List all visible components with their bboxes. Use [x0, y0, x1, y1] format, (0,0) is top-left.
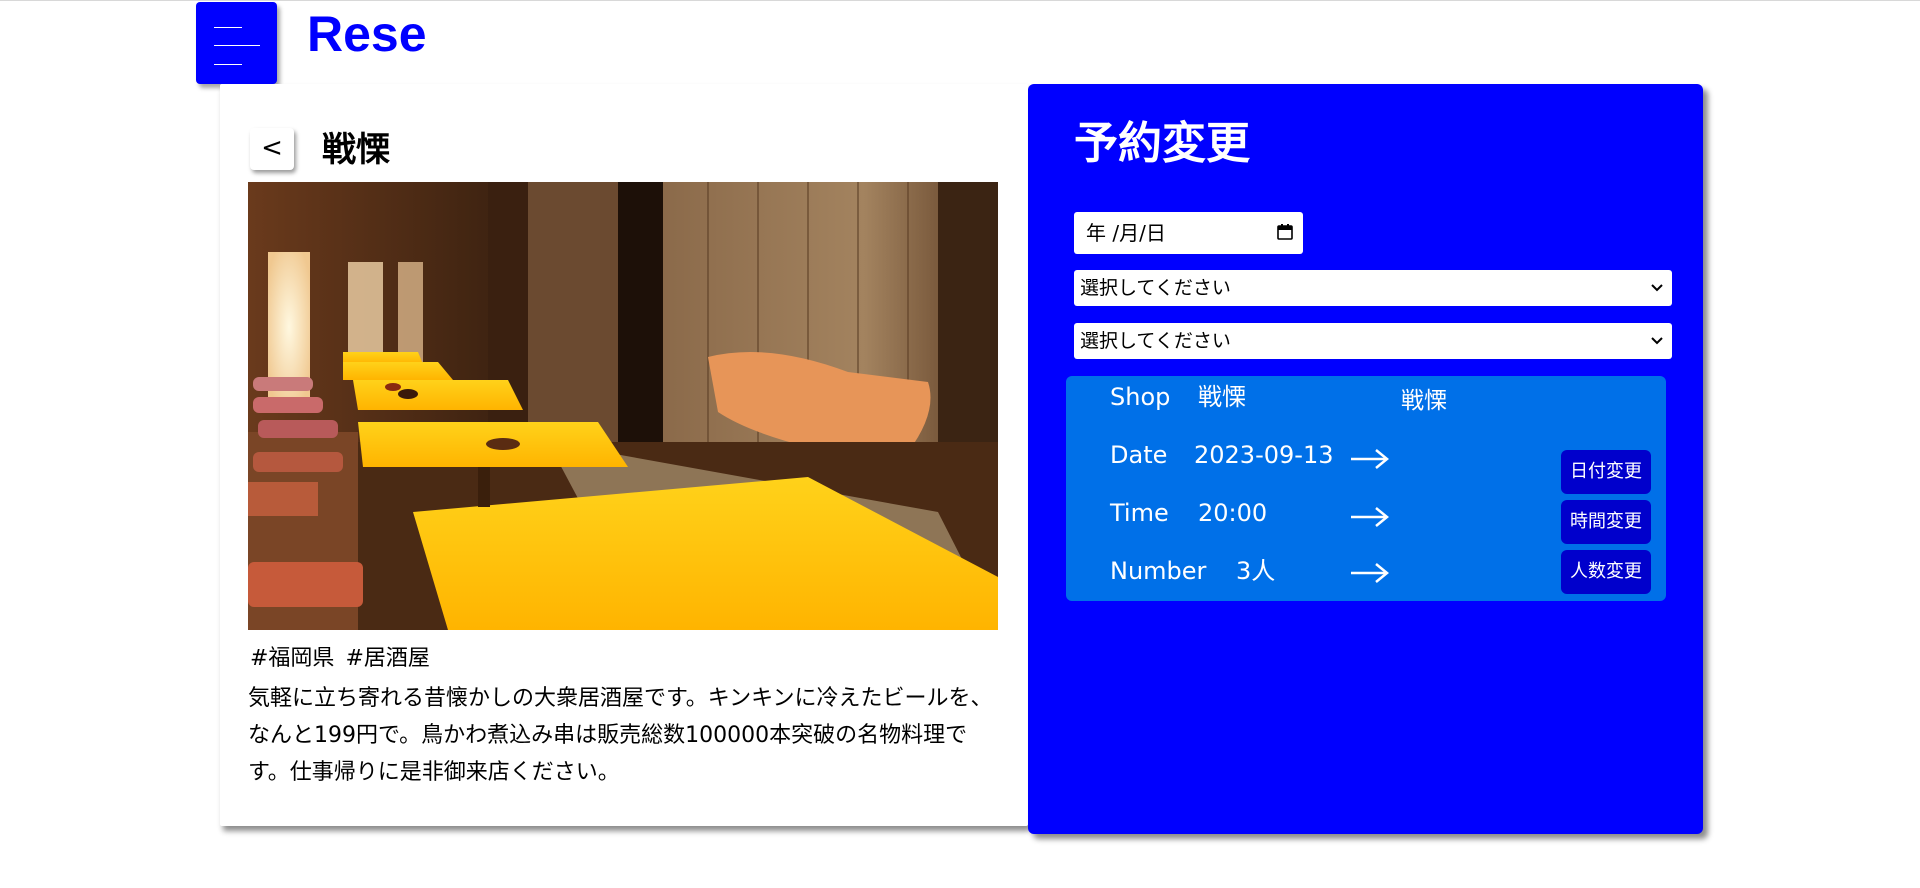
- shop-tags: #福岡県 #居酒屋: [250, 644, 434, 674]
- number-select[interactable]: 選択してください: [1074, 323, 1672, 359]
- hamburger-menu-button[interactable]: [196, 2, 277, 84]
- brand-logo[interactable]: Rese: [307, 4, 427, 64]
- menu-line-icon: [214, 64, 242, 65]
- arrow-right-icon: [1351, 449, 1389, 469]
- change-time-button[interactable]: 時間変更: [1561, 500, 1651, 544]
- shop-detail-card: < 戦慄 #福岡県 #居酒屋 気軽に立ち寄れる昔懐かしの大衆居酒屋です。キンキン…: [220, 84, 1028, 826]
- calendar-icon[interactable]: [1277, 224, 1293, 240]
- arrow-right-icon: [1351, 507, 1389, 527]
- change-date-button[interactable]: 日付変更: [1561, 450, 1651, 494]
- shop-description: 気軽に立ち寄れる昔懐かしの大衆居酒屋です。キンキンに冷えたビールを、なんと199…: [248, 686, 993, 785]
- date-input[interactable]: 年 /月/日: [1074, 212, 1303, 254]
- change-number-button[interactable]: 人数変更: [1561, 550, 1651, 594]
- shop-photo: [248, 182, 998, 630]
- menu-line-icon: [214, 27, 242, 28]
- date-placeholder: 年 /月/日: [1086, 221, 1166, 245]
- back-button[interactable]: <: [250, 128, 294, 170]
- number-value: 3人: [1236, 557, 1276, 585]
- tag-area: #福岡県: [250, 646, 335, 671]
- arrow-right-icon: [1351, 563, 1389, 583]
- date-value: 2023-09-13: [1194, 441, 1334, 469]
- number-label: Number: [1110, 557, 1207, 585]
- time-label: Time: [1110, 499, 1169, 527]
- shop-label: Shop: [1110, 383, 1171, 411]
- shop-name: 戦慄: [322, 130, 390, 170]
- number-select-value: 選択してください: [1080, 330, 1231, 352]
- menu-line-icon: [214, 45, 260, 46]
- shop-value: 戦慄: [1198, 383, 1246, 411]
- time-select-value: 選択してください: [1080, 277, 1231, 299]
- date-label: Date: [1110, 441, 1168, 469]
- tag-genre: #居酒屋: [345, 646, 430, 671]
- chevron-down-icon: [1651, 284, 1663, 292]
- time-value: 20:00: [1198, 499, 1268, 527]
- reservation-change-panel: 予約変更 年 /月/日 選択してください 選択してください Shop 戦慄 戦慄…: [1028, 84, 1703, 834]
- shop-new-value: 戦慄: [1401, 388, 1447, 414]
- time-select[interactable]: 選択してください: [1074, 270, 1672, 306]
- panel-title: 予約変更: [1074, 118, 1250, 169]
- top-border: [0, 0, 1920, 1]
- reservation-summary: Shop 戦慄 戦慄 Date 2023-09-13 日付変更 Time 20:…: [1066, 376, 1666, 601]
- chevron-down-icon: [1651, 337, 1663, 345]
